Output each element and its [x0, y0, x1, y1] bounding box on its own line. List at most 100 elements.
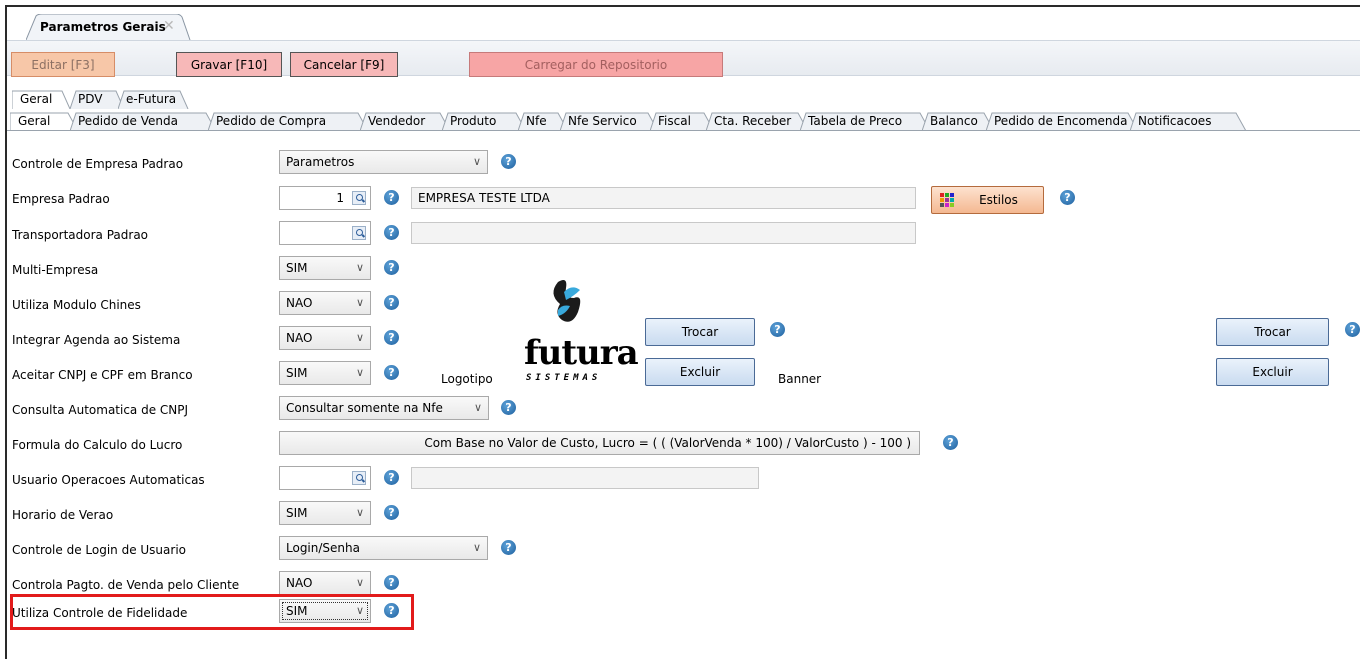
- select-value: Consultar somente na Nfe: [286, 401, 443, 415]
- pagto-cliente-select[interactable]: NAO ∨: [279, 571, 371, 595]
- select-value: NAO: [286, 296, 313, 310]
- edit-button[interactable]: Editar [F3]: [11, 52, 115, 77]
- help-icon[interactable]: ?: [384, 225, 399, 240]
- logotipo-label: Logotipo: [441, 372, 493, 386]
- label-modulo-chines: Utiliza Modulo Chines: [12, 298, 141, 312]
- subtab-nfe-servico[interactable]: Nfe Servico: [560, 111, 660, 131]
- label-empresa-padrao: Empresa Padrao: [12, 192, 110, 206]
- tab-label: Produto: [450, 114, 497, 128]
- help-icon[interactable]: ?: [384, 190, 399, 205]
- chevron-down-icon: ∨: [473, 401, 482, 414]
- agenda-select[interactable]: NAO ∨: [279, 326, 371, 350]
- empresa-padrao-input[interactable]: 1: [279, 186, 371, 210]
- chevron-down-icon: ∨: [355, 576, 364, 589]
- select-value: NAO: [286, 331, 313, 345]
- horario-verao-select[interactable]: SIM ∨: [279, 501, 371, 525]
- transportadora-input[interactable]: [279, 221, 371, 245]
- help-icon[interactable]: ?: [1060, 190, 1075, 205]
- select-value: Login/Senha: [286, 541, 360, 555]
- cancel-button[interactable]: Cancelar [F9]: [290, 52, 398, 77]
- select-value: SIM: [286, 261, 308, 275]
- save-button[interactable]: Gravar [F10]: [176, 52, 282, 77]
- label-controle-empresa: Controle de Empresa Padrao: [12, 157, 184, 171]
- subtab-cta-receber[interactable]: Cta. Receber: [706, 111, 810, 131]
- help-icon[interactable]: ?: [770, 322, 785, 337]
- help-icon[interactable]: ?: [501, 540, 516, 555]
- tab-label: Nfe Servico: [568, 114, 637, 128]
- input-value: 1: [336, 191, 344, 205]
- close-tab-icon[interactable]: ✕: [163, 18, 175, 34]
- subtab-produto[interactable]: Produto: [442, 111, 528, 131]
- tab-label: Pedido de Encomenda: [994, 114, 1128, 128]
- subtab-pedido-de-venda[interactable]: Pedido de Venda: [70, 111, 218, 131]
- search-lookup-icon[interactable]: [352, 471, 366, 485]
- tab-label: Nfe: [526, 114, 547, 128]
- subtab-vendedor[interactable]: Vendedor: [360, 111, 452, 131]
- tab-label: PDV: [78, 92, 103, 106]
- logo-image: futura SISTEMAS: [500, 254, 639, 389]
- subtab-balanco[interactable]: Balanco: [922, 111, 996, 131]
- label-multi-empresa: Multi-Empresa: [12, 263, 99, 277]
- help-icon[interactable]: ?: [943, 435, 958, 450]
- tab-label: Notificacoes: [1138, 114, 1212, 128]
- banner-excluir-button[interactable]: Excluir: [1216, 358, 1329, 386]
- chevron-down-icon: ∨: [355, 331, 364, 344]
- help-icon[interactable]: ?: [384, 505, 399, 520]
- help-icon[interactable]: ?: [384, 365, 399, 380]
- logo-trocar-button[interactable]: Trocar: [645, 318, 755, 346]
- help-icon[interactable]: ?: [384, 330, 399, 345]
- label-transportadora: Transportadora Padrao: [12, 228, 149, 242]
- label-horario-verao: Horario de Verao: [12, 508, 114, 522]
- formula-lucro-select[interactable]: Com Base no Valor de Custo, Lucro = ( ( …: [279, 431, 920, 455]
- select-value: Parametros: [286, 155, 355, 169]
- estilos-label: Estilos: [979, 193, 1018, 207]
- subtab-notificacoes[interactable]: Notificacoes: [1130, 111, 1248, 131]
- help-icon[interactable]: ?: [501, 400, 516, 415]
- tab-label: Pedido de Compra: [216, 114, 327, 128]
- tab-label: Vendedor: [368, 114, 426, 128]
- tab-divider: [7, 130, 1360, 131]
- search-lookup-icon[interactable]: [352, 191, 366, 205]
- logo-tagline: SISTEMAS: [526, 373, 602, 383]
- search-lookup-icon[interactable]: [352, 226, 366, 240]
- help-icon[interactable]: ?: [501, 154, 516, 169]
- transportadora-descricao-field: [411, 222, 916, 244]
- logo-excluir-button[interactable]: Excluir: [645, 358, 755, 386]
- controle-empresa-select[interactable]: Parametros ∨: [279, 150, 488, 174]
- logo-brand-text: futura: [524, 333, 639, 373]
- subtab-pedido-de-encomenda[interactable]: Pedido de Encomenda: [986, 111, 1140, 131]
- subtab-pedido-de-compra[interactable]: Pedido de Compra: [208, 111, 370, 131]
- help-icon[interactable]: ?: [384, 260, 399, 275]
- help-icon[interactable]: ?: [384, 470, 399, 485]
- tab-geral-top[interactable]: Geral: [12, 89, 72, 109]
- label-usuario-auto: Usuario Operacoes Automaticas: [12, 473, 205, 487]
- label-cnpj-branco: Aceitar CNPJ e CPF em Branco: [12, 368, 193, 382]
- tab-label: Tabela de Preco: [808, 114, 903, 128]
- banner-trocar-button[interactable]: Trocar: [1216, 318, 1329, 346]
- multi-empresa-select[interactable]: SIM ∨: [279, 256, 371, 280]
- chevron-down-icon: ∨: [355, 366, 364, 379]
- chevron-down-icon: ∨: [355, 506, 364, 519]
- cnpj-branco-select[interactable]: SIM ∨: [279, 361, 371, 385]
- tab-label: Fiscal: [658, 114, 691, 128]
- label-pagto-cliente: Controla Pagto. de Venda pelo Cliente: [12, 578, 240, 592]
- login-usuario-select[interactable]: Login/Senha ∨: [279, 536, 488, 560]
- document-tab[interactable]: Parametros Gerais ✕: [26, 14, 196, 40]
- usuario-auto-input[interactable]: [279, 466, 371, 490]
- label-formula-lucro: Formula do Calculo do Lucro: [12, 438, 183, 452]
- load-repository-button[interactable]: Carregar do Repositorio: [469, 52, 723, 77]
- tab-label: e-Futura: [126, 92, 177, 106]
- estilos-button[interactable]: Estilos: [931, 186, 1044, 214]
- help-icon[interactable]: ?: [384, 575, 399, 590]
- help-icon[interactable]: ?: [384, 295, 399, 310]
- consulta-cnpj-select[interactable]: Consultar somente na Nfe ∨: [279, 396, 489, 420]
- select-value: Com Base no Valor de Custo, Lucro = ( ( …: [424, 436, 911, 450]
- label-login-usuario: Controle de Login de Usuario: [12, 543, 186, 557]
- select-value: SIM: [286, 506, 308, 520]
- tab-e-futura[interactable]: e-Futura: [118, 89, 190, 109]
- subtab-tabela-de-preco[interactable]: Tabela de Preco: [800, 111, 932, 131]
- usuario-auto-descricao-field: [411, 467, 759, 489]
- help-icon[interactable]: ?: [1345, 322, 1360, 337]
- label-agenda: Integrar Agenda ao Sistema: [12, 333, 181, 347]
- modulo-chines-select[interactable]: NAO ∨: [279, 291, 371, 315]
